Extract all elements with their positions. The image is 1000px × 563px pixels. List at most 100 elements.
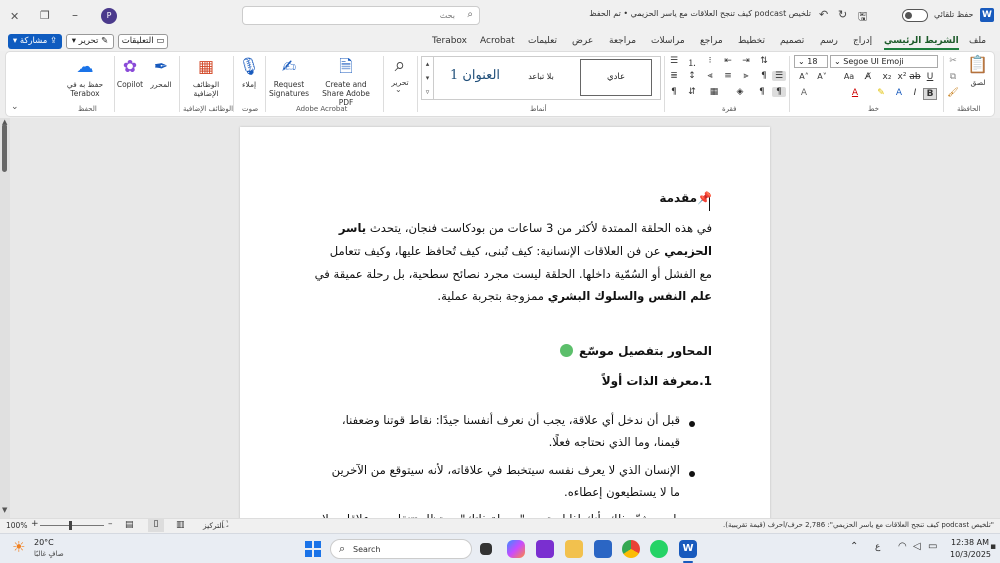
- text-effects-icon[interactable]: A: [893, 88, 905, 98]
- font-name-select[interactable]: ⌄ Segoe UI Emoji: [830, 55, 938, 68]
- search-input[interactable]: بحث ⌕: [242, 6, 480, 25]
- edit-mode-button[interactable]: ▾ تحرير ✎: [66, 34, 114, 49]
- whatsapp-icon[interactable]: [650, 540, 668, 558]
- tab-mailings[interactable]: مراسلات: [651, 36, 685, 46]
- tab-home[interactable]: الشريط الرئيسي: [884, 36, 959, 50]
- weather-desc[interactable]: صافٍ غالبًا: [34, 550, 64, 558]
- collapse-ribbon-icon[interactable]: ⌄: [11, 102, 19, 112]
- minimize-icon[interactable]: –: [72, 8, 78, 22]
- focus-icon[interactable]: ⛶: [222, 520, 228, 530]
- close-icon[interactable]: ✕: [10, 10, 19, 23]
- increase-indent-icon[interactable]: ⇥: [739, 56, 753, 66]
- volume-icon[interactable]: ◁: [913, 541, 921, 552]
- chevron-up-icon[interactable]: ⌃: [850, 541, 858, 552]
- superscript-icon[interactable]: x²: [896, 72, 908, 82]
- copilot-app-icon[interactable]: [507, 540, 525, 558]
- clear-format-icon[interactable]: A̸: [862, 72, 874, 82]
- task-view-icon[interactable]: [480, 543, 492, 555]
- shading-icon[interactable]: ◈: [733, 87, 747, 97]
- clock-time[interactable]: 12:38 AM: [951, 538, 989, 547]
- strikethrough-icon[interactable]: ab: [909, 72, 921, 82]
- document-page[interactable]: 📌مقدمة في هذه الحلقة الممتدة لأكثر من 3 …: [240, 127, 770, 527]
- clock-date[interactable]: 10/3/2025: [950, 550, 991, 559]
- battery-icon[interactable]: ▭: [928, 541, 937, 552]
- change-case-icon[interactable]: Aa: [842, 72, 856, 81]
- grow-font-icon[interactable]: A˄: [798, 72, 810, 81]
- format-painter-icon[interactable]: 🖌: [947, 88, 959, 98]
- tab-insert[interactable]: إدراج: [853, 36, 872, 46]
- copilot-button[interactable]: ✿ Copilot: [116, 57, 144, 89]
- scrollbar-track[interactable]: ▲ ▼: [0, 118, 10, 518]
- cut-icon[interactable]: ✂: [947, 56, 959, 66]
- start-button[interactable]: [305, 541, 321, 557]
- notification-bell-icon[interactable]: ▪: [990, 542, 996, 552]
- web-layout-icon[interactable]: ▤: [125, 520, 134, 530]
- sort-icon[interactable]: ⇅: [757, 56, 771, 66]
- font-size-select[interactable]: ⌄ 18: [794, 55, 828, 68]
- dictate-button[interactable]: 🎙 إملاء: [235, 57, 263, 89]
- zoom-out-icon[interactable]: –: [108, 519, 113, 529]
- create-pdf-button[interactable]: 🗎 Create and Share Adobe PDF: [314, 57, 378, 107]
- font-dialog-icon[interactable]: A: [798, 88, 810, 98]
- tab-layout[interactable]: تخطيط: [738, 36, 765, 46]
- autosave-toggle[interactable]: [902, 9, 928, 22]
- file-explorer-icon[interactable]: [565, 540, 583, 558]
- request-signatures-button[interactable]: ✍ Request Signatures: [268, 57, 310, 98]
- numbering-icon[interactable]: ⒈: [685, 56, 699, 69]
- editing-button[interactable]: ⌕ تحرير: [385, 55, 415, 87]
- borders-icon[interactable]: ▦: [707, 87, 721, 97]
- comments-button[interactable]: التعليقات ▭: [118, 34, 168, 49]
- avatar[interactable]: P: [101, 8, 117, 24]
- highlight-icon[interactable]: ✎: [874, 88, 888, 98]
- undo-icon[interactable]: ↶: [819, 8, 828, 21]
- redo-icon[interactable]: ↻: [838, 8, 847, 21]
- line-spacing-icon[interactable]: ↕: [685, 71, 699, 81]
- justify-icon[interactable]: ≣: [667, 71, 681, 81]
- tab-references[interactable]: مراجع: [700, 36, 723, 46]
- paste-button[interactable]: 📋 لصق: [964, 55, 992, 87]
- store-icon[interactable]: [594, 540, 612, 558]
- save-icon[interactable]: 🖫: [858, 8, 867, 27]
- word-app-icon[interactable]: W: [679, 540, 697, 558]
- tab-terabox[interactable]: Terabox: [432, 36, 467, 46]
- styles-more-button[interactable]: ▴ ▾ ▿: [422, 57, 434, 99]
- align-right-icon[interactable]: ⫸: [739, 71, 753, 81]
- bullets-icon[interactable]: ⁝: [703, 56, 717, 66]
- print-layout-icon[interactable]: ▯: [148, 519, 164, 532]
- multilevel-list-icon[interactable]: ☰: [667, 56, 681, 66]
- save-terabox-button[interactable]: ☁ حفظ به في Terabox: [62, 57, 108, 98]
- tab-help[interactable]: تعليمات: [528, 36, 557, 46]
- align-left-icon[interactable]: ⫷: [703, 71, 717, 81]
- read-mode-icon[interactable]: ▥: [176, 520, 185, 530]
- text-direction-icon[interactable]: ⇵: [685, 87, 699, 97]
- style-heading1[interactable]: العنوان 1: [437, 59, 513, 96]
- weather-sun-icon[interactable]: ☀: [12, 538, 25, 556]
- wifi-icon[interactable]: ◠: [898, 541, 907, 552]
- subscript-icon[interactable]: x₂: [881, 72, 893, 82]
- ltr-icon[interactable]: ¶: [757, 71, 771, 81]
- tab-design[interactable]: تصميم: [780, 36, 804, 46]
- italic-icon[interactable]: I: [909, 88, 921, 98]
- copy-icon[interactable]: ⧉: [947, 72, 959, 82]
- show-marks-icon[interactable]: ¶: [667, 87, 681, 97]
- style-no-spacing[interactable]: بلا تباعد: [506, 59, 576, 96]
- align-justify-icon[interactable]: ☰: [772, 71, 786, 81]
- bold-icon[interactable]: B: [923, 88, 937, 100]
- style-normal[interactable]: عادي: [580, 59, 652, 96]
- scrollbar-thumb[interactable]: [2, 124, 7, 172]
- rtl-active-icon[interactable]: ¶: [772, 87, 786, 97]
- font-color-icon[interactable]: A: [848, 88, 862, 98]
- zoom-in-icon[interactable]: +: [31, 519, 39, 529]
- zoom-slider-thumb[interactable]: [69, 521, 72, 530]
- tab-review[interactable]: مراجعة: [609, 36, 636, 46]
- tab-view[interactable]: عرض: [572, 36, 593, 46]
- weather-temp[interactable]: 20°C: [34, 538, 54, 547]
- tab-acrobat[interactable]: Acrobat: [480, 36, 515, 46]
- taskbar-search[interactable]: ⌕ Search: [330, 539, 472, 559]
- focus-label[interactable]: التركيز: [203, 521, 224, 530]
- share-button[interactable]: ▾ مشاركة ⇪: [8, 34, 62, 49]
- tab-draw[interactable]: رسم: [820, 36, 838, 46]
- rtl-icon[interactable]: ¶: [755, 87, 769, 97]
- zoom-slider[interactable]: [40, 525, 104, 526]
- underline-icon[interactable]: U: [923, 72, 937, 82]
